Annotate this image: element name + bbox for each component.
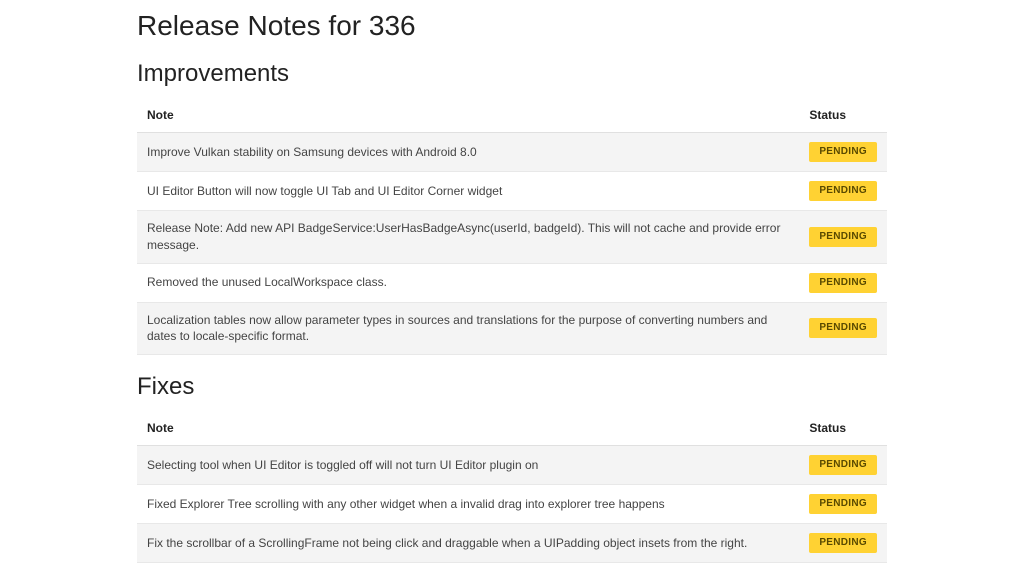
col-status: Status xyxy=(799,98,887,133)
status-cell: PENDING xyxy=(799,211,887,264)
release-notes-container: Release Notes for 336 Improvements Note … xyxy=(127,10,897,563)
fixes-table: Note Status Selecting tool when UI Edito… xyxy=(137,411,887,563)
table-row: Release Note: Add new API BadgeService:U… xyxy=(137,211,887,264)
status-badge: PENDING xyxy=(809,533,877,553)
status-badge: PENDING xyxy=(809,142,877,162)
status-badge: PENDING xyxy=(809,273,877,293)
status-badge: PENDING xyxy=(809,318,877,338)
page-title: Release Notes for 336 xyxy=(137,10,887,42)
note-cell: Fixed Explorer Tree scrolling with any o… xyxy=(137,485,799,524)
table-row: Selecting tool when UI Editor is toggled… xyxy=(137,446,887,485)
status-badge: PENDING xyxy=(809,227,877,247)
status-badge: PENDING xyxy=(809,181,877,201)
note-cell: Removed the unused LocalWorkspace class. xyxy=(137,263,799,302)
col-note: Note xyxy=(137,98,799,133)
col-note: Note xyxy=(137,411,799,446)
note-cell: Improve Vulkan stability on Samsung devi… xyxy=(137,133,799,172)
status-cell: PENDING xyxy=(799,263,887,302)
status-cell: PENDING xyxy=(799,446,887,485)
table-row: UI Editor Button will now toggle UI Tab … xyxy=(137,172,887,211)
status-cell: PENDING xyxy=(799,133,887,172)
status-cell: PENDING xyxy=(799,524,887,563)
table-row: Fixed Explorer Tree scrolling with any o… xyxy=(137,485,887,524)
note-cell: Fix the scrollbar of a ScrollingFrame no… xyxy=(137,524,799,563)
note-cell: Localization tables now allow parameter … xyxy=(137,302,799,355)
note-cell: UI Editor Button will now toggle UI Tab … xyxy=(137,172,799,211)
status-badge: PENDING xyxy=(809,455,877,475)
note-cell: Selecting tool when UI Editor is toggled… xyxy=(137,446,799,485)
status-cell: PENDING xyxy=(799,172,887,211)
status-badge: PENDING xyxy=(809,494,877,514)
status-cell: PENDING xyxy=(799,302,887,355)
table-row: Removed the unused LocalWorkspace class.… xyxy=(137,263,887,302)
table-row: Localization tables now allow parameter … xyxy=(137,302,887,355)
col-status: Status xyxy=(799,411,887,446)
table-row: Fix the scrollbar of a ScrollingFrame no… xyxy=(137,524,887,563)
note-cell: Release Note: Add new API BadgeService:U… xyxy=(137,211,799,264)
table-row: Improve Vulkan stability on Samsung devi… xyxy=(137,133,887,172)
section-heading-fixes: Fixes xyxy=(137,373,887,401)
improvements-table: Note Status Improve Vulkan stability on … xyxy=(137,98,887,355)
section-heading-improvements: Improvements xyxy=(137,60,887,88)
status-cell: PENDING xyxy=(799,485,887,524)
